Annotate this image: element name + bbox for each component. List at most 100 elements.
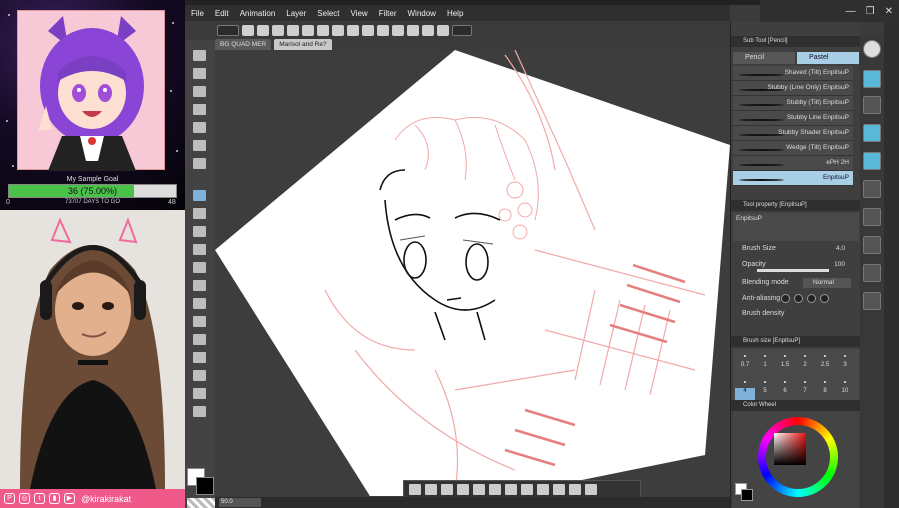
grid-icon[interactable]	[569, 483, 581, 495]
anti-aliasing-row[interactable]: Anti-aliasing	[733, 294, 859, 306]
scale-icon[interactable]	[489, 483, 501, 495]
aa-strong-icon[interactable]	[820, 294, 829, 303]
brush-size-row[interactable]: Brush Size 4.0	[733, 244, 859, 256]
maximize-button[interactable]: ❐	[866, 6, 875, 17]
text-tool-icon[interactable]	[193, 388, 206, 399]
clip-studio-icon[interactable]	[863, 40, 881, 58]
selection-tool-icon[interactable]	[193, 122, 206, 133]
more-options-icon[interactable]	[585, 483, 597, 495]
panel-search-icon[interactable]	[863, 208, 881, 226]
balloon-tool-icon[interactable]	[193, 406, 206, 417]
aa-weak-icon[interactable]	[794, 294, 803, 303]
gradient-tool-icon[interactable]	[193, 316, 206, 327]
tab-pencil[interactable]: Pencil	[733, 52, 795, 64]
brush-size-option[interactable]: 3	[835, 362, 855, 374]
blend-tool-icon[interactable]	[193, 280, 206, 291]
brush-size-dot[interactable]	[815, 351, 835, 361]
paste-icon[interactable]	[521, 483, 533, 495]
pencil-tool-icon[interactable]	[193, 190, 206, 201]
brush-size-dot[interactable]	[795, 351, 815, 361]
airbrush-tool-icon[interactable]	[193, 244, 206, 255]
operation-tool-icon[interactable]	[193, 86, 206, 97]
snap-grid-icon[interactable]	[422, 24, 434, 36]
brush-size-option[interactable]: 7	[795, 388, 815, 400]
sub-color-swatch[interactable]	[196, 477, 214, 495]
erase-selection-icon[interactable]	[553, 483, 565, 495]
brush-size-option[interactable]: 2	[795, 362, 815, 374]
brush-item[interactable]: Wedge (Tilt) EnpitsuP	[733, 141, 853, 156]
aa-medium-icon[interactable]	[807, 294, 816, 303]
select-all-icon[interactable]	[362, 24, 374, 36]
brush-size-option[interactable]: 2.5	[815, 362, 835, 374]
brush-size-option[interactable]: 5	[755, 388, 775, 400]
brush-size-option[interactable]: 6	[775, 388, 795, 400]
transparent-color-swatch[interactable]	[187, 498, 215, 508]
menu-animation[interactable]: Animation	[240, 9, 276, 18]
brush-item[interactable]: Stubby Shader EnpitsuP	[733, 126, 853, 141]
flip-icon[interactable]	[409, 483, 421, 495]
brush-size-option[interactable]: 10	[835, 388, 855, 400]
move-layer-tool-icon[interactable]	[193, 104, 206, 115]
frame-tool-icon[interactable]	[193, 352, 206, 363]
anti-aliasing-options[interactable]	[781, 294, 829, 303]
copy-icon[interactable]	[505, 483, 517, 495]
pen-tool-icon[interactable]	[193, 208, 206, 219]
panel-navigator-icon[interactable]	[863, 96, 881, 114]
aa-none-icon[interactable]	[781, 294, 790, 303]
rotate-icon[interactable]	[425, 483, 437, 495]
help-icon[interactable]	[452, 24, 472, 36]
transform-selection-icon[interactable]	[537, 483, 549, 495]
figure-tool-icon[interactable]	[193, 334, 206, 345]
color-wheel[interactable]	[758, 417, 838, 497]
tab-pastel[interactable]: Pastel	[797, 52, 859, 64]
menu-layer[interactable]: Layer	[286, 9, 306, 18]
brush-size-option[interactable]: 1	[755, 362, 775, 374]
brush-size-dot[interactable]	[755, 377, 775, 387]
panel-material-icon[interactable]	[863, 124, 881, 142]
menu-select[interactable]: Select	[317, 9, 339, 18]
drawing-canvas[interactable]	[215, 50, 730, 496]
opacity-value[interactable]: 100	[834, 261, 845, 268]
menu-edit[interactable]: Edit	[215, 9, 229, 18]
opacity-row[interactable]: Opacity 100	[733, 260, 859, 272]
brush-density-row[interactable]: Brush density	[733, 309, 859, 321]
brush-size-option[interactable]: 4	[735, 388, 755, 400]
brush-size-value[interactable]: 4.0	[836, 245, 845, 252]
opacity-slider[interactable]	[757, 269, 829, 272]
brush-tool-icon[interactable]	[193, 226, 206, 237]
brush-size-dot[interactable]	[795, 377, 815, 387]
zoom-field[interactable]: 50.0	[219, 498, 261, 507]
saturation-value-square[interactable]	[774, 433, 806, 465]
brush-size-option[interactable]: 1.5	[775, 362, 795, 374]
ruler-tool-icon[interactable]	[193, 370, 206, 381]
clear-icon[interactable]	[317, 24, 329, 36]
eyedropper-tool-icon[interactable]	[193, 158, 206, 169]
panel-property-icon[interactable]	[863, 180, 881, 198]
menu-filter[interactable]: Filter	[379, 9, 397, 18]
fill-tool-icon[interactable]	[193, 298, 206, 309]
brush-size-option[interactable]: 8	[815, 388, 835, 400]
panel-brush-icon[interactable]	[863, 264, 881, 282]
open-file-icon[interactable]	[257, 24, 269, 36]
blending-mode-row[interactable]: Blending mode Normal	[733, 278, 859, 290]
save-icon[interactable]	[272, 24, 284, 36]
snap-special-icon[interactable]	[437, 24, 449, 36]
blending-mode-select[interactable]: Normal	[803, 278, 851, 288]
menu-help[interactable]: Help	[447, 9, 463, 18]
brush-item[interactable]: Stubby (Tilt) EnpitsuP	[733, 96, 853, 111]
tab-marisol[interactable]: Marisol and Re?	[274, 39, 332, 50]
auto-select-tool-icon[interactable]	[193, 140, 206, 151]
brush-size-dot[interactable]	[735, 351, 755, 361]
snap-ruler-icon[interactable]	[407, 24, 419, 36]
expand-icon[interactable]	[457, 483, 469, 495]
brush-size-option[interactable]: 0.7	[735, 362, 755, 374]
fill-selection-icon[interactable]	[441, 483, 453, 495]
zoom-tool-icon[interactable]	[193, 50, 206, 61]
brush-item[interactable]: Stubby Line EnpitsuP	[733, 111, 853, 126]
brush-size-dot[interactable]	[775, 377, 795, 387]
show-selection-icon[interactable]	[392, 24, 404, 36]
brush-item[interactable]: Stubby (Line Only) EnpitsuP	[733, 81, 853, 96]
move-tool-icon[interactable]	[193, 68, 206, 79]
menu-file[interactable]: File	[191, 9, 204, 18]
brush-size-dot[interactable]	[835, 377, 855, 387]
